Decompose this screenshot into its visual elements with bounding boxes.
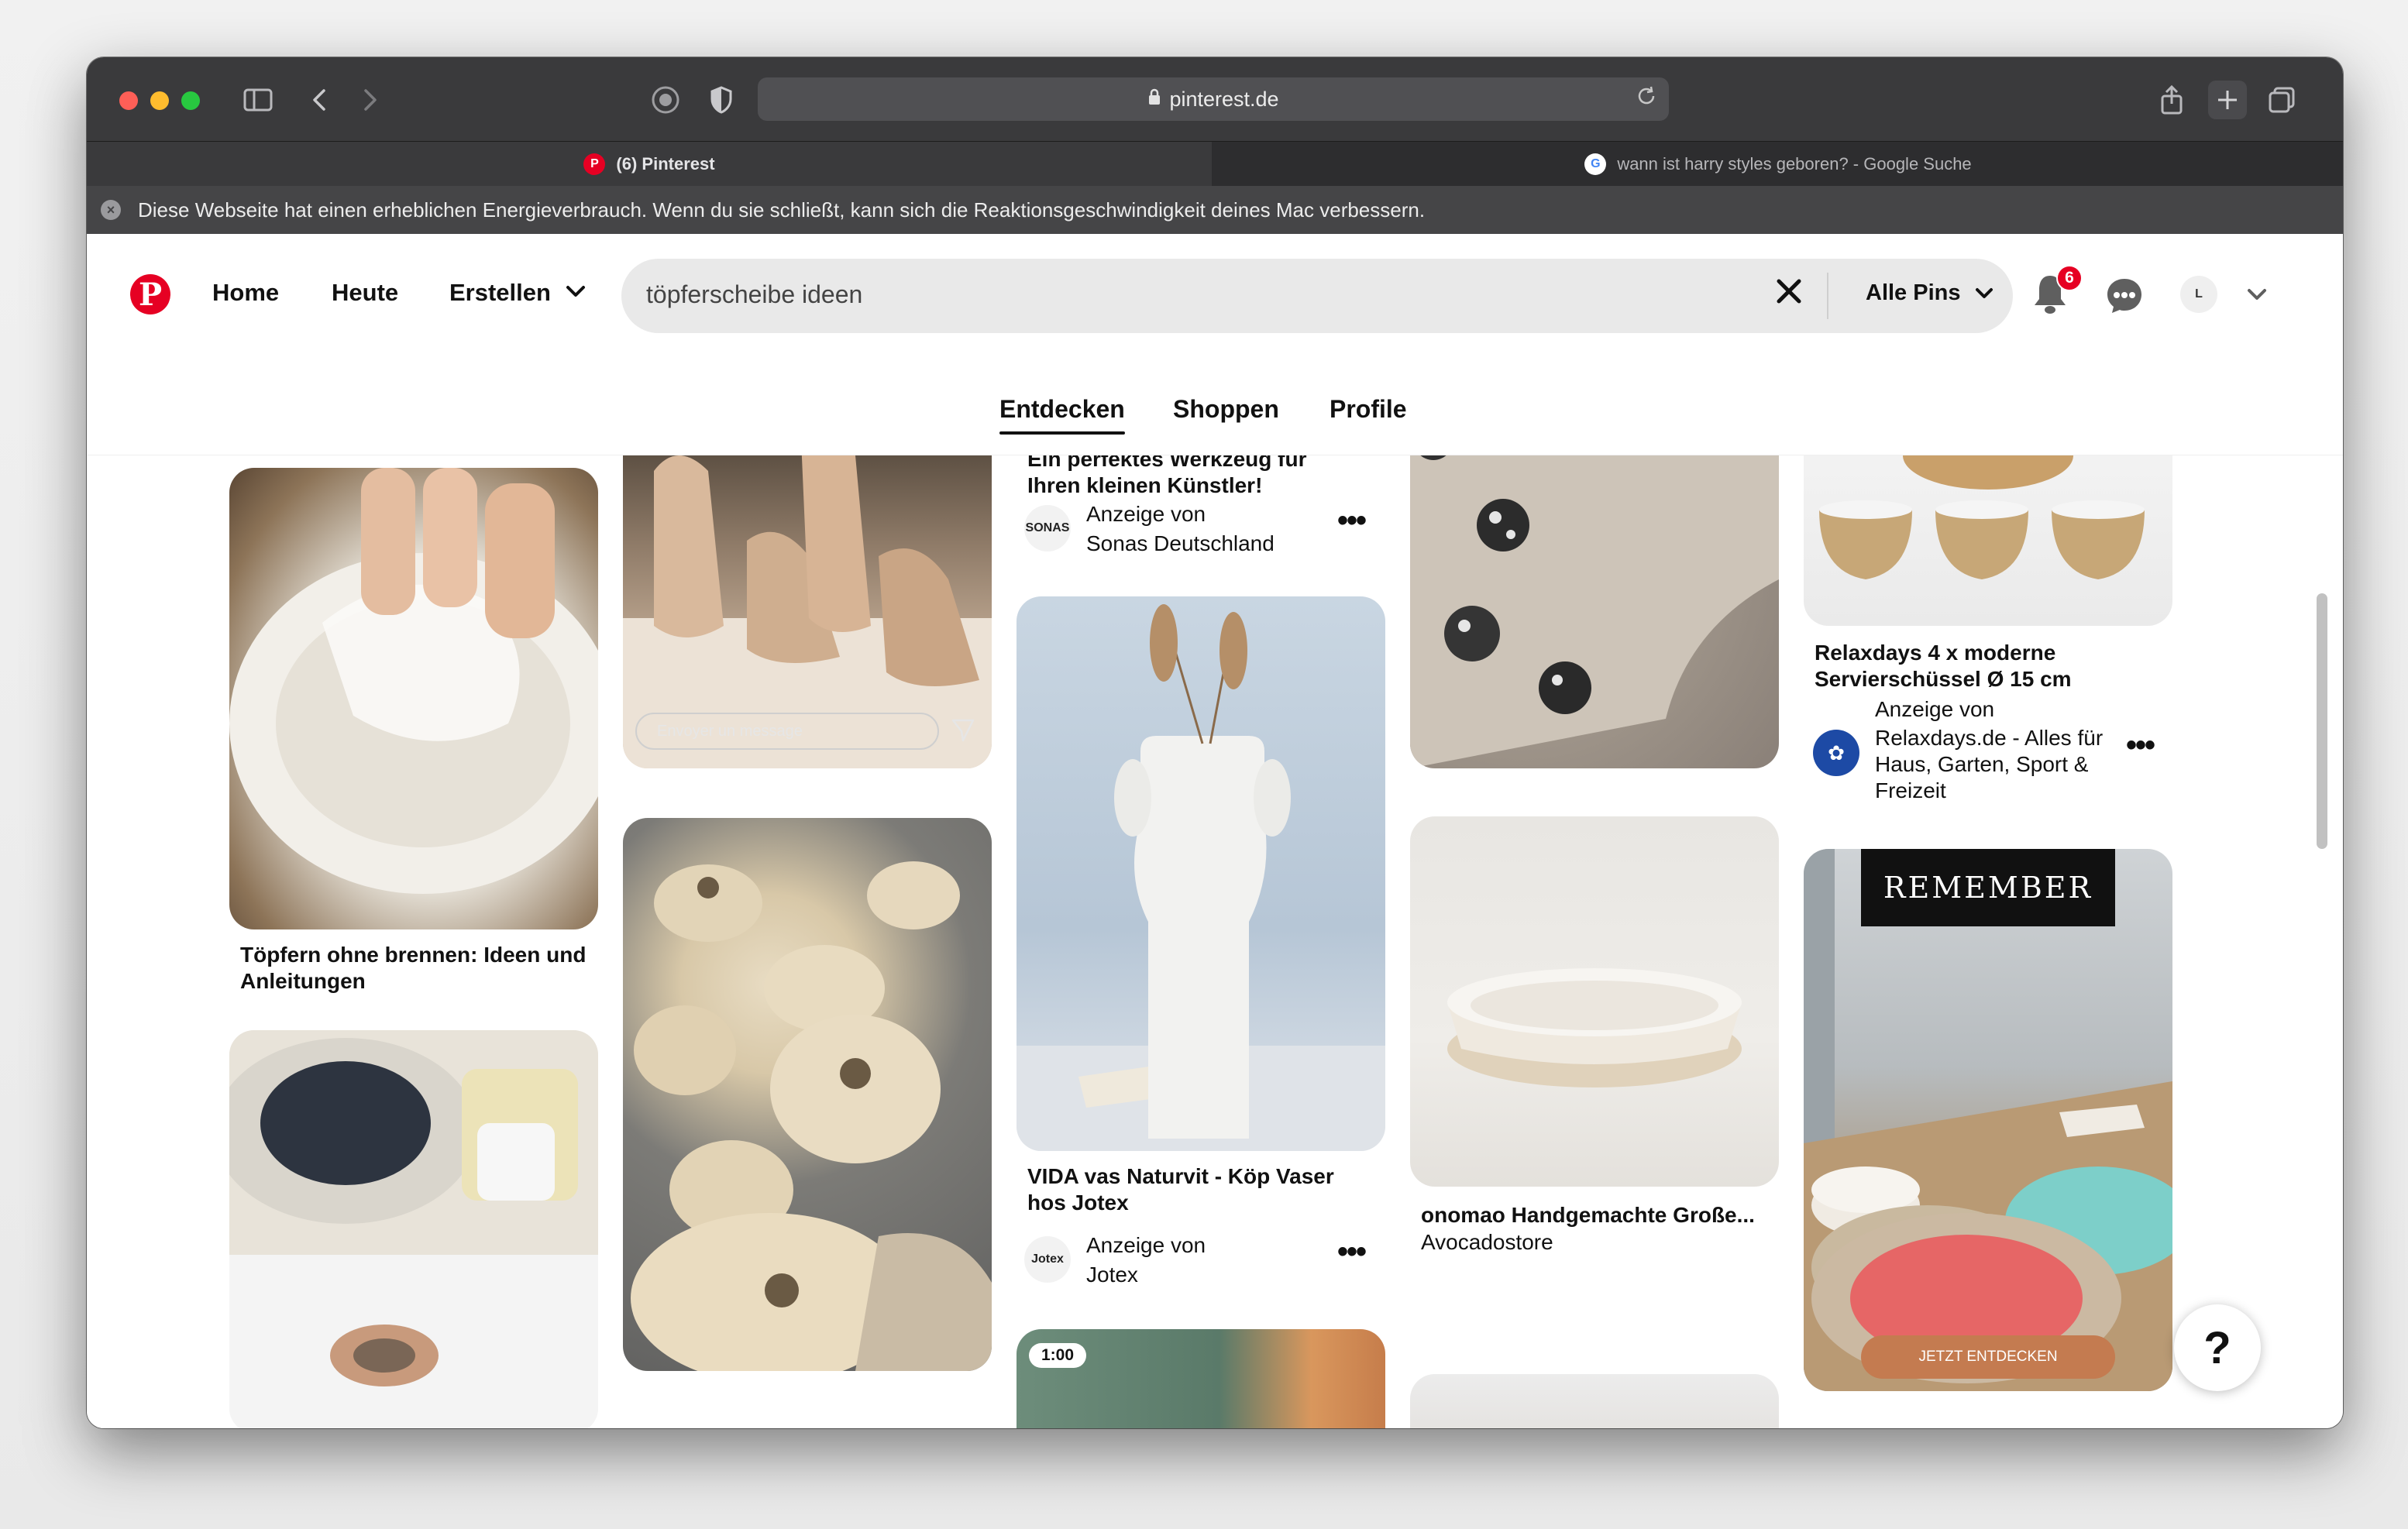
nav-heute[interactable]: Heute [332,279,398,307]
pin-video[interactable]: 1:00 [1017,1329,1385,1428]
shield-icon[interactable] [702,81,741,119]
browser-window: pinterest.de P (6) Pinterest G wann ist … [87,57,2343,1428]
pin-source[interactable]: Avocadostore [1421,1228,1553,1256]
browser-toolbar: pinterest.de [87,57,2343,141]
close-window-button[interactable] [119,91,138,110]
pin-title[interactable]: Relaxdays 4 x moderne Servierschüssel Ø … [1815,640,2148,692]
tab-label: (6) Pinterest [616,154,715,174]
pin-image[interactable] [1410,816,1779,1187]
pinterest-header: P Home Heute Erstellen töpferscheibe ide… [87,234,2343,359]
sponsor-name[interactable]: Jotex [1086,1261,1138,1289]
tab-google[interactable]: G wann ist harry styles geboren? - Googl… [1213,142,2343,187]
pin-image[interactable] [623,818,992,1371]
privacy-report-icon[interactable] [646,81,685,119]
pin-image[interactable] [1410,1374,1779,1428]
lock-icon [1147,88,1161,110]
url-text: pinterest.de [1169,87,1279,111]
pinterest-favicon-icon: P [583,153,606,175]
more-options-icon[interactable]: ••• [1337,503,1367,538]
pin-image[interactable] [1017,596,1385,1151]
account-chevron-down-icon[interactable] [2247,288,2267,306]
chevron-down-icon[interactable] [566,285,586,303]
new-tab-icon[interactable] [2208,81,2247,119]
search-results-tabs: Entdecken Shoppen Profile [87,359,2343,455]
search-divider [1827,273,1828,319]
nav-erstellen[interactable]: Erstellen [449,279,551,307]
sponsor-label: Anzeige von [1086,502,1206,526]
reload-icon[interactable] [1635,84,1658,114]
pin-image[interactable]: REMEMBER JETZT ENTDECKEN [1804,849,2172,1391]
tab-entdecken[interactable]: Entdecken [999,395,1125,435]
pin-title[interactable]: VIDA vas Naturvit - Köp Vaser hos Jotex [1027,1163,1368,1216]
help-button[interactable]: ? [2174,1304,2261,1391]
sponsor-logo-sonas[interactable]: SONAS [1024,505,1071,551]
nav-home[interactable]: Home [212,279,279,307]
minimize-window-button[interactable] [150,91,169,110]
remember-brand-logo: REMEMBER [1861,849,2115,926]
notification-badge: 6 [2056,265,2083,291]
share-icon[interactable] [2152,81,2191,119]
pin-image[interactable]: Envoyer un message [623,455,992,768]
page-scrollbar[interactable] [2317,593,2327,849]
tab-pinterest[interactable]: P (6) Pinterest [87,142,1212,187]
tab-shoppen[interactable]: Shoppen [1173,395,1279,424]
sidebar-toggle-icon[interactable] [239,81,277,119]
pin-title[interactable]: Ein perfektes Werkzeug für Ihren kleinen… [1027,455,1361,499]
sponsor-label: Anzeige von [1086,1233,1206,1257]
tab-overview-icon[interactable] [2262,81,2301,119]
google-favicon-icon: G [1584,153,1607,175]
avatar[interactable]: L [2180,276,2217,313]
send-icon[interactable] [950,717,976,747]
zoom-window-button[interactable] [181,91,200,110]
sponsor-label: Anzeige von [1875,697,1995,721]
forward-icon[interactable] [355,81,386,119]
messages-icon[interactable] [2104,276,2145,320]
more-options-icon[interactable]: ••• [1337,1235,1367,1270]
tab-profile[interactable]: Profile [1330,395,1407,424]
sponsor-name[interactable]: Sonas Deutschland [1086,530,1275,558]
more-options-icon[interactable]: ••• [2126,728,2155,763]
back-icon[interactable] [304,81,335,119]
sponsor-logo-relaxdays[interactable]: ✿ [1813,730,1859,776]
address-bar[interactable]: pinterest.de [758,77,1669,121]
sponsor-name[interactable]: Relaxdays.de - Alles für Haus, Garten, S… [1875,725,2123,804]
search-bar[interactable]: töpferscheibe ideen Alle Pins [621,259,2013,333]
close-banner-icon[interactable]: × [101,200,121,220]
pin-image[interactable] [1804,455,2172,626]
message-input[interactable]: Envoyer un message [635,713,939,750]
sponsor-logo-jotex[interactable]: Jotex [1024,1236,1071,1283]
search-input[interactable]: töpferscheibe ideen [646,280,862,309]
pin-image[interactable] [229,1030,598,1428]
tab-bar: P (6) Pinterest G wann ist harry styles … [87,141,2343,187]
pinterest-page: Töpfern ohne brennen: Ideen und Anleitun… [87,234,2343,1428]
pin-grid: Töpfern ohne brennen: Ideen und Anleitun… [87,455,2343,1428]
pin-image[interactable] [229,468,598,929]
video-duration: 1:00 [1029,1343,1087,1368]
jetzt-entdecken-button[interactable]: JETZT ENTDECKEN [1861,1335,2115,1379]
energy-warning-banner: × Diese Webseite hat einen erheblichen E… [87,186,2343,234]
clear-search-icon[interactable] [1776,274,1802,313]
pin-image[interactable] [1410,455,1779,768]
pinterest-logo-icon[interactable]: P [130,274,170,314]
pin-title[interactable]: Töpfern ohne brennen: Ideen und Anleitun… [240,942,604,995]
filter-dropdown[interactable]: Alle Pins [1866,280,1993,306]
tab-label: wann ist harry styles geboren? - Google … [1617,154,1972,174]
pin-title[interactable]: onomao Handgemachte Große... [1421,1202,1777,1228]
energy-warning-text: Diese Webseite hat einen erheblichen Ene… [138,198,1426,222]
